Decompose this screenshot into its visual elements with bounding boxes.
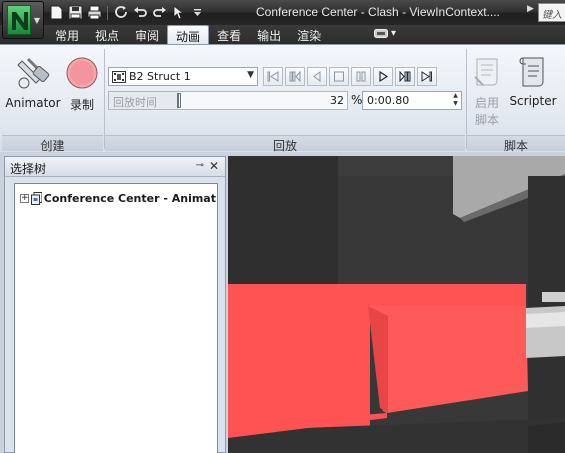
- close-icon[interactable]: ✕: [209, 159, 219, 173]
- step-back-button[interactable]: [285, 67, 305, 86]
- selection-tree-list[interactable]: + Conference Center - Animat: [14, 183, 218, 453]
- time-slider-thumb[interactable]: [177, 93, 181, 108]
- enable-scripts-label-2: 脚本: [474, 113, 499, 127]
- navisworks-logo-icon: [7, 5, 31, 35]
- animation-select[interactable]: B2 Struct 1 ▼: [108, 67, 258, 86]
- title-overflow-icon[interactable]: ▶: [527, 4, 534, 14]
- playback-time-input[interactable]: 0:00.80 ▲ ▼: [362, 91, 462, 110]
- scene-render: [228, 156, 565, 453]
- tree-item-label: Conference Center - Animat: [43, 191, 216, 205]
- percent-sign: %: [351, 93, 363, 107]
- title-bar: Conference Center - Clash - ViewInContex…: [0, 0, 565, 25]
- playback-percent-value: 32: [330, 94, 344, 107]
- enable-scripts-label-1: 启用: [474, 96, 499, 110]
- animator-button[interactable]: Animator: [5, 55, 61, 110]
- record-icon: [66, 57, 98, 89]
- window-title: Conference Center - Clash - ViewInContex…: [256, 5, 500, 19]
- record-button[interactable]: 录制: [63, 55, 101, 113]
- scripter-label: Scripter: [509, 94, 557, 108]
- animator-icon: [17, 57, 50, 89]
- tab-home[interactable]: 常用: [47, 25, 87, 44]
- tab-animation[interactable]: 动画: [167, 25, 210, 44]
- pause-button[interactable]: [351, 67, 371, 86]
- expand-icon[interactable]: +: [20, 193, 29, 203]
- tab-viewpoint[interactable]: 视点: [87, 25, 127, 44]
- panel-separator: [466, 49, 467, 149]
- refresh-icon[interactable]: [113, 5, 129, 21]
- playback-controls: [263, 67, 437, 86]
- tree-item-root[interactable]: + Conference Center - Animat: [20, 190, 216, 206]
- panel-separator: [104, 49, 105, 149]
- tab-render[interactable]: 渲染: [289, 25, 329, 44]
- selection-tree-title: 选择树: [10, 162, 47, 176]
- playback-time-slider[interactable]: 回放时间: [108, 91, 348, 110]
- search-input[interactable]: 键入: [538, 3, 565, 22]
- script-panel-label: 脚本: [467, 135, 565, 153]
- select-cursor-icon[interactable]: [170, 5, 186, 21]
- application-menu-button[interactable]: ▼: [2, 1, 44, 39]
- pin-icon[interactable]: ⊸: [196, 160, 204, 171]
- play-button[interactable]: [373, 67, 393, 86]
- qat-dropdown-icon[interactable]: [189, 5, 205, 21]
- time-slider-placeholder: 回放时间: [113, 96, 157, 109]
- print-icon[interactable]: [86, 5, 102, 21]
- 3d-viewport[interactable]: [228, 156, 565, 453]
- stop-button[interactable]: [329, 67, 349, 86]
- ribbon-display-options-button[interactable]: ▾: [374, 28, 396, 39]
- scroll-icon: [474, 58, 498, 86]
- rewind-to-start-button[interactable]: [263, 67, 283, 86]
- play-reverse-button[interactable]: [307, 67, 327, 86]
- animator-label: Animator: [5, 96, 61, 110]
- animation-select-value: B2 Struct 1: [129, 70, 191, 83]
- time-spinner[interactable]: ▲ ▼: [451, 92, 460, 109]
- save-icon[interactable]: [67, 5, 83, 21]
- workspace: 选择树 ⊸ ✕ + Conference Center - Animat: [0, 152, 565, 453]
- scripter-icon: [519, 57, 544, 87]
- app-menu-dropdown-icon: ▼: [33, 16, 40, 25]
- tab-review[interactable]: 审阅: [127, 25, 167, 44]
- qat-separator: [107, 5, 108, 20]
- enable-scripts-button[interactable]: 启用 脚本: [468, 55, 506, 128]
- forward-to-end-button[interactable]: [417, 67, 437, 86]
- model-file-icon: [31, 191, 42, 205]
- selection-tree-header: 选择树 ⊸ ✕: [5, 157, 225, 177]
- step-forward-button[interactable]: [395, 67, 415, 86]
- film-icon: [112, 71, 126, 83]
- selection-tree-panel: 选择树 ⊸ ✕ + Conference Center - Animat: [4, 156, 226, 453]
- redo-icon[interactable]: [151, 5, 167, 21]
- undo-icon[interactable]: [132, 5, 148, 21]
- tab-view[interactable]: 查看: [209, 25, 249, 44]
- quick-access-toolbar: [48, 4, 205, 21]
- create-panel-label: 创建: [2, 135, 103, 153]
- scripter-button[interactable]: Scripter: [508, 55, 558, 108]
- chevron-down-icon: ▼: [247, 70, 254, 80]
- new-file-icon[interactable]: [48, 5, 64, 21]
- ribbon-options-dropdown-icon: ▾: [391, 28, 397, 39]
- tab-output[interactable]: 输出: [249, 25, 289, 44]
- playback-time-value: 0:00.80: [367, 94, 410, 107]
- record-label: 录制: [69, 98, 94, 112]
- playback-panel-label: 回放: [105, 135, 465, 153]
- ribbon-tab-bar: 常用 视点 审阅 动画 查看 输出 渲染 ▾: [0, 25, 565, 44]
- ribbon: Animator 录制 创建 B2 Struct 1 ▼ 回放时间 32 % 0…: [0, 44, 565, 153]
